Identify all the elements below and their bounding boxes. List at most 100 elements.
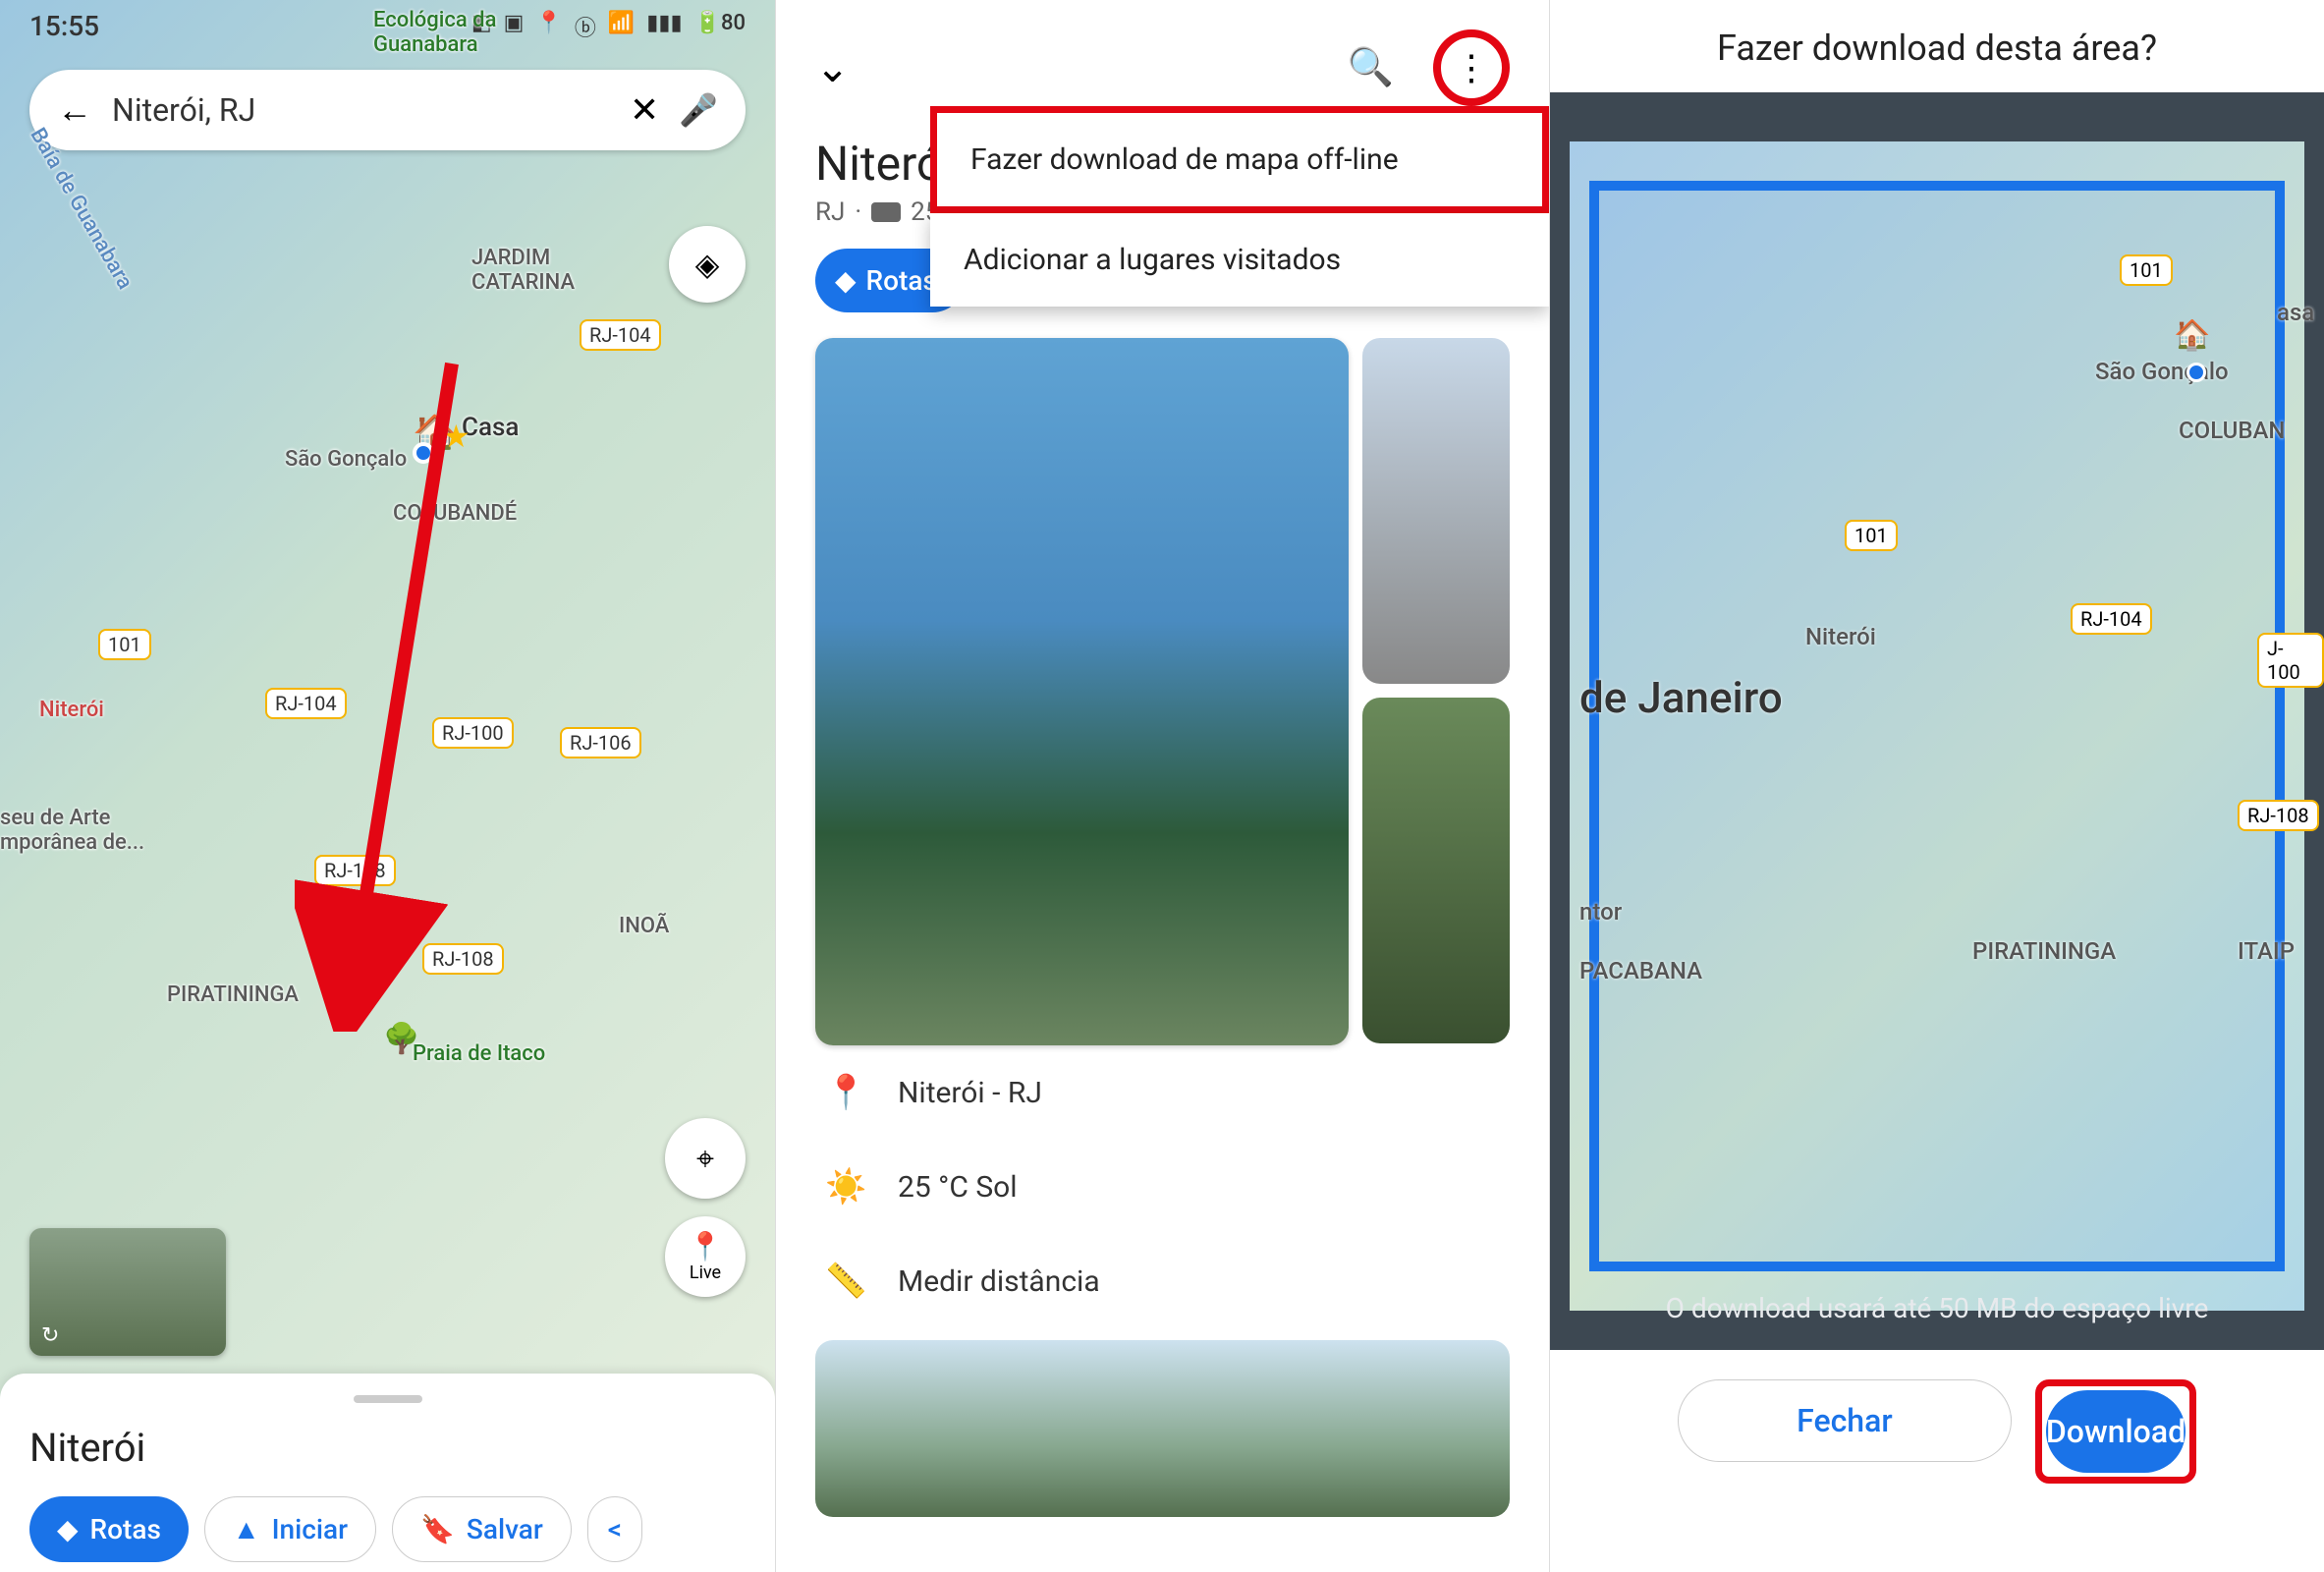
streetview-thumbnail[interactable]: ↻ <box>29 1228 226 1356</box>
wifi-icon: 📶 <box>608 11 635 42</box>
panel-download-area: Fazer download desta área? São Gonçalo C… <box>1550 0 2324 1572</box>
road-badge: 101 <box>1845 520 1898 551</box>
sheet-title: Niterói <box>29 1425 746 1471</box>
clear-icon[interactable]: ✕ <box>630 89 659 131</box>
road-badge: RJ-104 <box>2071 603 2152 635</box>
rotate-icon: ↻ <box>41 1323 59 1348</box>
map-label: ntor <box>1579 898 1622 926</box>
download-title: Fazer download desta área? <box>1550 0 2324 92</box>
layers-icon: ◈ <box>695 246 720 283</box>
map-label: PACABANA <box>1579 957 1702 984</box>
sun-icon: ☀️ <box>825 1167 864 1207</box>
tutorial-highlight-box: Download <box>2035 1379 2196 1484</box>
photo-gallery <box>776 312 1549 1045</box>
tutorial-highlight-circle: ⋮ <box>1433 29 1510 106</box>
map-label: São Gonçalo <box>285 447 407 472</box>
location-row[interactable]: 📍 Niterói - RJ <box>776 1045 1549 1140</box>
road-badge: 101 <box>2120 254 2173 286</box>
directions-icon: ◆ <box>57 1513 79 1545</box>
overflow-menu: Fazer download de mapa off-line Adiciona… <box>930 106 1549 307</box>
start-button[interactable]: ▲ Iniciar <box>204 1496 376 1562</box>
park-pin-icon[interactable]: 🌳 <box>383 1022 419 1056</box>
save-button[interactable]: 🔖 Salvar <box>392 1496 572 1562</box>
download-offline-map-item[interactable]: Fazer download de mapa off-line <box>937 113 1542 206</box>
map-label: Niterói <box>1805 623 1876 650</box>
home-pin-icon: 🏠 <box>2174 318 2210 353</box>
place-photo[interactable] <box>1362 698 1510 1043</box>
road-badge: RJ-108 <box>314 855 396 886</box>
map-label: PIRATININGA <box>1972 937 2116 965</box>
bt-icon: ⓑ <box>575 11 596 42</box>
more-menu-icon[interactable]: ⋮ <box>1454 47 1489 88</box>
download-map-view[interactable]: São Gonçalo COLUBAN Niterói de Janeiro P… <box>1550 92 2324 1350</box>
add-visited-item[interactable]: Adicionar a lugares visitados <box>930 213 1549 307</box>
road-badge: J-100 <box>2257 633 2324 688</box>
bookmark-icon: 🔖 <box>420 1513 455 1545</box>
motorcycle-icon <box>871 202 901 222</box>
map-label-casa: Casa <box>462 413 519 442</box>
drag-handle[interactable] <box>354 1395 422 1403</box>
routes-button[interactable]: ◆ Rotas <box>29 1496 189 1562</box>
download-button[interactable]: Download <box>2046 1390 2186 1473</box>
tutorial-highlight-box: Fazer download de mapa off-line <box>930 106 1549 213</box>
battery-icon: 🔋80 <box>694 11 746 42</box>
map-label: COLUBANDÉ <box>393 501 517 526</box>
status-icons: ◧ ▣ 📍 ⓑ 📶 ▮▮▮ 🔋80 <box>471 11 746 42</box>
location-icon: 📍 <box>535 11 562 42</box>
back-arrow-icon[interactable]: ← <box>57 89 92 131</box>
star-pin-icon[interactable]: ★ <box>442 418 470 455</box>
map-label: Praia de Itaco <box>413 1041 545 1066</box>
navigate-icon: ▲ <box>233 1513 260 1545</box>
map-label: ITAIP <box>2238 937 2295 965</box>
download-actions: Fechar Download <box>1550 1350 2324 1513</box>
map-label: PIRATININGA <box>167 982 299 1007</box>
map-label: seu de Arte mporânea de... <box>0 806 144 855</box>
road-badge: RJ-108 <box>422 943 504 975</box>
place-photo-bottom[interactable] <box>815 1340 1510 1517</box>
current-location-dot <box>413 442 434 464</box>
layers-button[interactable]: ◈ <box>669 226 746 303</box>
live-label: Live <box>690 1263 721 1283</box>
ruler-icon: 📏 <box>825 1262 864 1301</box>
map-label: JARDIM CATARINA <box>471 246 575 295</box>
map-label: Ecológica da Guanabara <box>373 8 496 57</box>
directions-icon: ◆ <box>835 264 857 297</box>
current-location-dot <box>2186 363 2206 382</box>
map-label: São Gonçalo <box>2095 358 2229 385</box>
map-label: INOÃ <box>619 914 669 938</box>
signal-icon: ▮▮▮ <box>646 11 682 42</box>
search-bar[interactable]: ← Niterói, RJ ✕ 🎤 <box>29 70 746 150</box>
road-badge: RJ-108 <box>2238 800 2319 831</box>
download-size-note: O download usará até 50 MB do espaço liv… <box>1550 1292 2324 1324</box>
notif-icon: ▣ <box>504 11 525 42</box>
my-location-button[interactable]: ⌖ <box>665 1118 746 1199</box>
place-photo[interactable] <box>1362 338 1510 684</box>
road-badge: RJ-100 <box>432 717 514 749</box>
pin-icon: 📍 <box>825 1073 864 1112</box>
place-bottom-sheet[interactable]: Niterói ◆ Rotas ▲ Iniciar 🔖 Salvar < <box>0 1374 775 1572</box>
mic-icon[interactable]: 🎤 <box>679 91 718 129</box>
map-label: asa <box>2277 299 2314 326</box>
live-pin-icon: 📍 <box>689 1230 723 1263</box>
action-chips: ◆ Rotas ▲ Iniciar 🔖 Salvar < <box>29 1496 746 1562</box>
measure-row[interactable]: 📏 Medir distância <box>776 1234 1549 1328</box>
chevron-down-icon[interactable]: ⌄ <box>815 43 850 92</box>
panel-map-search: 15:55 ◧ ▣ 📍 ⓑ 📶 ▮▮▮ 🔋80 ← Niterói, RJ ✕ … <box>0 0 775 1572</box>
place-photo-main[interactable] <box>815 338 1349 1045</box>
share-button[interactable]: < <box>587 1496 642 1562</box>
search-icon[interactable]: 🔍 <box>1348 46 1394 89</box>
road-badge: RJ-106 <box>560 727 641 758</box>
road-badge: RJ-104 <box>580 319 661 351</box>
live-view-button[interactable]: 📍 Live <box>665 1216 746 1297</box>
panel-place-detail: ⌄ 🔍 ⋮ Niterói RJ · 25 m Fazer download d… <box>775 0 1550 1572</box>
crosshair-icon: ⌖ <box>696 1140 714 1178</box>
road-badge: RJ-104 <box>265 688 347 719</box>
share-icon: < <box>608 1513 622 1545</box>
map-label: COLUBAN <box>2179 417 2285 444</box>
search-input[interactable]: Niterói, RJ <box>112 91 610 129</box>
map-label-niteroi: Niterói <box>39 698 104 722</box>
road-badge: 101 <box>98 629 151 660</box>
close-button[interactable]: Fechar <box>1678 1379 2012 1462</box>
map-label-rio: de Janeiro <box>1579 672 1783 723</box>
weather-row[interactable]: ☀️ 25 °C Sol <box>776 1140 1549 1234</box>
